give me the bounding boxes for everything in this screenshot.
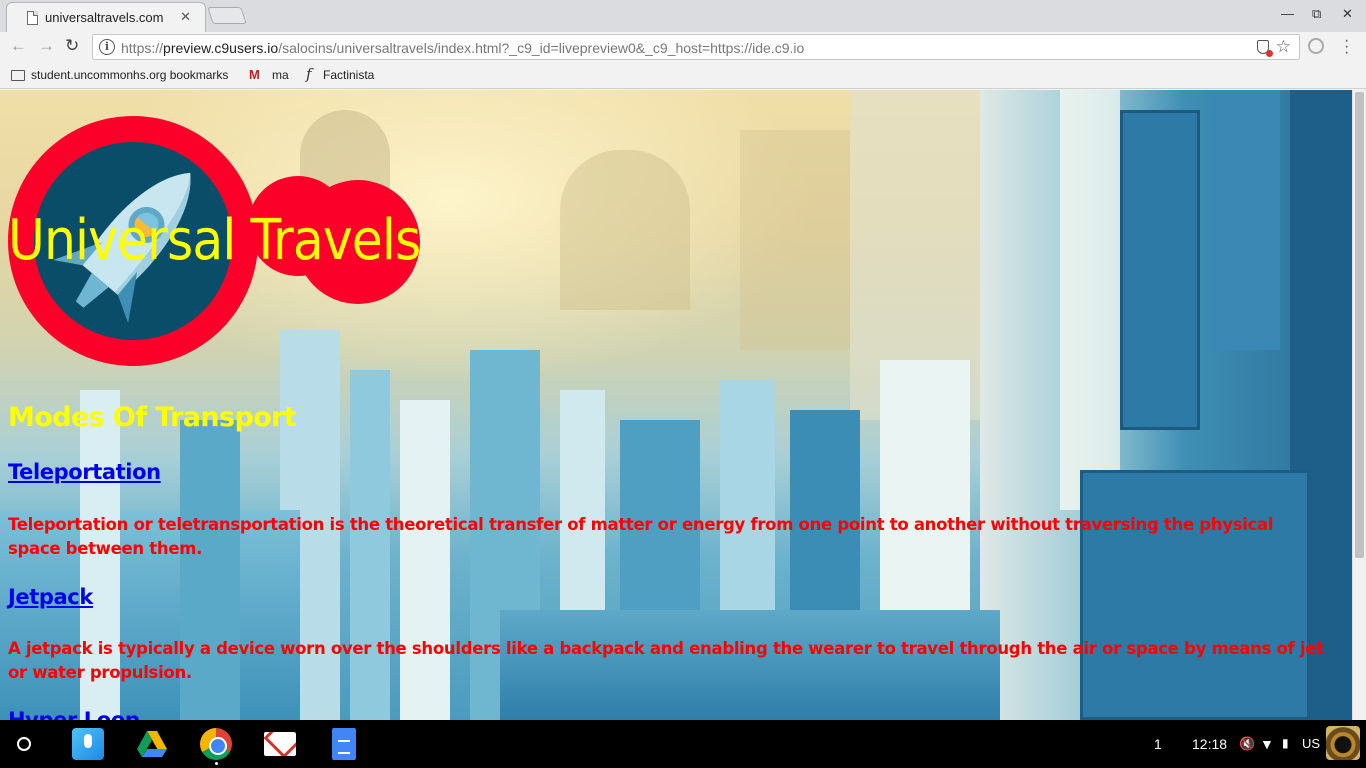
- logo-title: Universal Travels: [8, 208, 421, 273]
- tab-strip: universaltravels.com ✕ — ⧉ ✕: [0, 0, 1366, 32]
- bookmark-star-icon[interactable]: ☆: [1276, 37, 1291, 57]
- tab-close-icon[interactable]: ✕: [180, 9, 191, 25]
- minimize-button[interactable]: —: [1281, 6, 1294, 21]
- forward-button[interactable]: →: [38, 36, 55, 56]
- blocked-content-shield-icon[interactable]: [1257, 40, 1273, 57]
- address-bar[interactable]: i https://preview.c9users.io/salocins/un…: [92, 34, 1300, 60]
- bookmarks-bar: student.uncommonhs.org bookmarks M ma f …: [0, 62, 1366, 89]
- hyper-loop-link[interactable]: Hyper Loop: [8, 708, 140, 720]
- page-favicon-icon: [27, 11, 38, 25]
- os-shelf: 1 12:18 🔇 ▼ ▮ US: [0, 720, 1366, 768]
- google-docs-icon[interactable]: [332, 728, 356, 760]
- factinista-icon: f: [306, 65, 312, 83]
- folder-icon: [11, 70, 25, 81]
- clock[interactable]: 12:18: [1192, 736, 1227, 752]
- page-scrollbar[interactable]: [1352, 90, 1366, 720]
- window-close-button[interactable]: ✕: [1342, 6, 1353, 22]
- new-tab-button[interactable]: [207, 7, 247, 24]
- jetpack-link[interactable]: Jetpack: [8, 585, 93, 609]
- chrome-running-indicator: [215, 762, 218, 765]
- google-drive-icon[interactable]: [136, 728, 168, 760]
- browser-menu-icon[interactable]: · · ·: [1344, 33, 1349, 61]
- restore-button[interactable]: ⧉: [1312, 6, 1321, 22]
- browser-tab[interactable]: universaltravels.com ✕: [6, 2, 206, 32]
- section-title: Modes Of Transport: [8, 402, 297, 433]
- keyboard-layout[interactable]: US: [1302, 736, 1320, 751]
- wifi-icon[interactable]: ▼: [1260, 736, 1274, 752]
- jetpack-description: A jetpack is typically a device worn ove…: [8, 639, 1324, 682]
- gmail-app-icon[interactable]: [264, 732, 296, 756]
- browser-toolbar: ← → ↻ i https://preview.c9users.io/saloc…: [0, 32, 1366, 62]
- voice-search-app-icon[interactable]: [72, 728, 104, 760]
- url-path: /salocins/universaltravels/index.html?_c…: [278, 40, 805, 56]
- extension-icon[interactable]: [1308, 38, 1324, 54]
- bookmark-factinista[interactable]: Factinista: [323, 68, 374, 82]
- chrome-browser-icon[interactable]: [200, 728, 232, 760]
- tab-title: universaltravels.com: [45, 10, 164, 25]
- bookmark-student-uncommonhs[interactable]: student.uncommonhs.org bookmarks: [31, 68, 228, 82]
- teleportation-link[interactable]: Teleportation: [8, 460, 161, 484]
- volume-muted-icon[interactable]: 🔇: [1239, 736, 1255, 752]
- user-avatar[interactable]: [1326, 726, 1360, 760]
- url-prefix: https://: [121, 40, 164, 56]
- reload-button[interactable]: ↻: [65, 36, 79, 56]
- url-text[interactable]: https://preview.c9users.io/salocins/univ…: [121, 40, 804, 56]
- notification-count[interactable]: 1: [1154, 736, 1162, 752]
- url-host: preview.c9users.io: [163, 40, 279, 56]
- teleportation-description: Teleportation or teletransportation is t…: [8, 515, 1274, 558]
- gmail-icon: M: [249, 67, 260, 82]
- bookmark-ma[interactable]: ma: [272, 68, 289, 82]
- scrollbar-thumb[interactable]: [1355, 92, 1364, 558]
- back-button[interactable]: ←: [10, 36, 27, 56]
- page-viewport[interactable]: Universal Travels Modes Of Transport Tel…: [0, 90, 1352, 720]
- site-info-icon[interactable]: i: [99, 39, 115, 55]
- launcher-icon[interactable]: [17, 737, 31, 751]
- battery-icon[interactable]: ▮: [1282, 736, 1289, 750]
